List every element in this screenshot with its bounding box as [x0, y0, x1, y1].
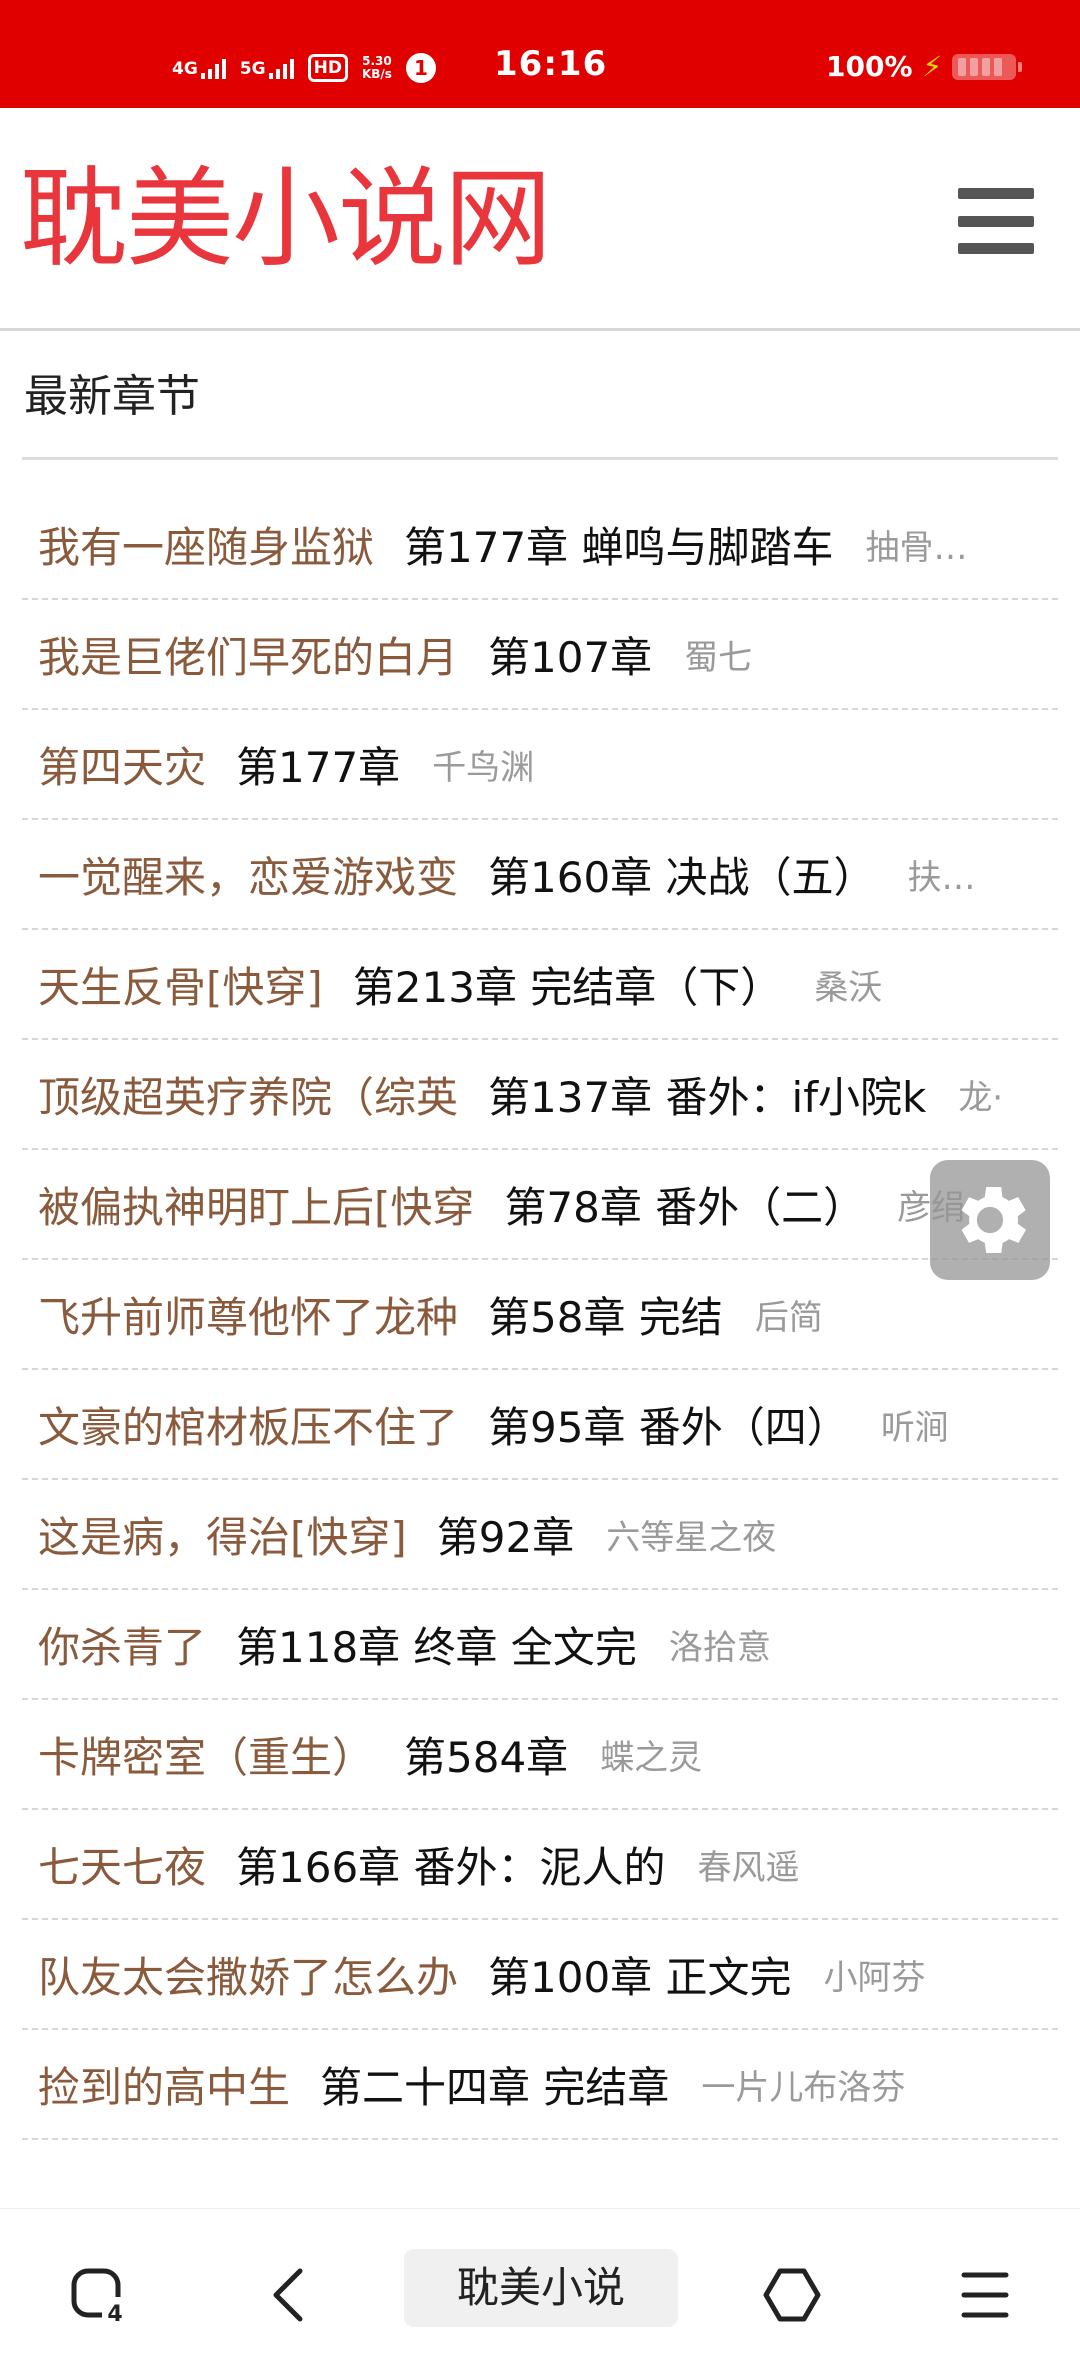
chapter-link[interactable]: 第78章 番外（二）	[504, 1174, 865, 1235]
gear-icon	[961, 1187, 1026, 1253]
list-item: 天生反骨[快穿] 第213章 完结章（下） 桑沃	[22, 930, 1058, 1040]
book-title-link[interactable]: 飞升前师尊他怀了龙种	[38, 1284, 458, 1345]
chapter-link[interactable]: 第177章	[236, 734, 400, 795]
list-item: 顶级超英疗养院（综英 第137章 番外：if小院k 龙·	[22, 1040, 1058, 1150]
list-item: 我是巨佬们早死的白月 第107章 蜀七	[22, 600, 1058, 710]
tabs-icon[interactable]: 4	[68, 2265, 128, 2329]
book-title-link[interactable]: 第四天灾	[38, 734, 206, 795]
hamburger-menu-icon[interactable]	[958, 188, 1034, 254]
list-item: 卡牌密室（重生） 第584章 蝶之灵	[22, 1700, 1058, 1810]
chapter-link[interactable]: 第166章 番外：泥人的	[236, 1834, 666, 1895]
book-title-link[interactable]: 捡到的高中生	[38, 2054, 290, 2115]
author-name: 六等星之夜	[606, 1517, 777, 1558]
author-name: 听涧	[880, 1407, 949, 1448]
author-name: 后简	[754, 1297, 823, 1338]
list-item: 文豪的棺材板压不住了 第95章 番外（四） 听涧	[22, 1370, 1058, 1480]
author-name: 抽骨…	[865, 527, 968, 568]
chapter-link[interactable]: 第177章 蝉鸣与脚踏车	[404, 514, 834, 575]
home-icon[interactable]	[762, 2265, 822, 2329]
battery-percent: 100%	[826, 50, 913, 83]
author-name: 桑沃	[814, 967, 883, 1008]
author-name: 扶…	[907, 857, 976, 898]
book-title-link[interactable]: 这是病，得治[快穿]	[38, 1504, 407, 1565]
list-item: 我有一座随身监狱 第177章 蝉鸣与脚踏车 抽骨…	[22, 490, 1058, 600]
hd-badge: HD	[307, 54, 348, 82]
clock: 16:16	[494, 44, 608, 84]
book-title-link[interactable]: 卡牌密室（重生）	[38, 1724, 374, 1785]
chapter-link[interactable]: 第二十四章 完结章	[320, 2054, 669, 2115]
browser-bottom-bar: 4 耽美小说	[0, 2208, 1080, 2377]
list-item: 第四天灾 第177章 千鸟渊	[22, 710, 1058, 820]
network-speed: 5.30 KB/s	[362, 55, 392, 81]
network-label-1: 4G	[172, 59, 198, 79]
chapter-link[interactable]: 第95章 番外（四）	[488, 1394, 849, 1455]
chapter-link[interactable]: 第100章 正文完	[488, 1944, 792, 2005]
chapter-link[interactable]: 第58章 完结	[488, 1284, 723, 1345]
list-item: 被偏执神明盯上后[快穿 第78章 番外（二） 彦绢	[22, 1150, 1058, 1260]
list-item: 捡到的高中生 第二十四章 完结章 一片儿布洛芬	[22, 2030, 1058, 2140]
list-item: 你杀青了 第118章 终章 全文完 洛拾意	[22, 1590, 1058, 1700]
book-title-link[interactable]: 七天七夜	[38, 1834, 206, 1895]
chapter-link[interactable]: 第92章	[437, 1504, 574, 1565]
chapter-link[interactable]: 第137章 番外：if小院k	[488, 1064, 926, 1125]
network-label-2: 5G	[239, 59, 266, 79]
status-right: 100% ⚡	[826, 50, 1023, 83]
signal-4g: 4G	[172, 57, 226, 79]
menu-icon[interactable]	[960, 2265, 1010, 2329]
list-item: 这是病，得治[快穿] 第92章 六等星之夜	[22, 1480, 1058, 1590]
author-name: 春风遥	[697, 1847, 800, 1888]
author-name: 千鸟渊	[432, 747, 535, 788]
signal-bars-icon	[200, 57, 226, 79]
site-logo[interactable]: 耽美小说网	[20, 160, 552, 280]
speed-unit: KB/s	[361, 67, 392, 81]
section-divider	[22, 457, 1058, 460]
author-name: 蝶之灵	[600, 1737, 703, 1778]
status-bar: 4G 5G HD 5.30 KB/s 1 16:16 100% ⚡	[0, 0, 1080, 108]
author-name: 一片儿布洛芬	[701, 2067, 906, 2108]
tab-count: 4	[107, 2302, 122, 2325]
latest-chapters-list: 我有一座随身监狱 第177章 蝉鸣与脚踏车 抽骨… 我是巨佬们早死的白月 第10…	[22, 490, 1058, 2140]
author-name: 小阿芬	[823, 1957, 926, 1998]
address-bar[interactable]: 耽美小说	[404, 2249, 678, 2327]
list-item: 七天七夜 第166章 番外：泥人的 春风遥	[22, 1810, 1058, 1920]
signal-bars-icon	[268, 57, 294, 79]
chapter-link[interactable]: 第160章 决战（五）	[488, 844, 876, 905]
list-item: 一觉醒来，恋爱游戏变 第160章 决战（五） 扶…	[22, 820, 1058, 930]
book-title-link[interactable]: 一觉醒来，恋爱游戏变	[38, 844, 458, 905]
chapter-link[interactable]: 第213章 完结章（下）	[353, 954, 783, 1015]
author-name: 龙·	[958, 1077, 1004, 1118]
list-item: 队友太会撒娇了怎么办 第100章 正文完 小阿芬	[22, 1920, 1058, 2030]
book-title-link[interactable]: 顶级超英疗养院（综英	[38, 1064, 458, 1125]
back-icon[interactable]	[264, 2265, 314, 2329]
chapter-link[interactable]: 第107章	[488, 624, 652, 685]
book-title-link[interactable]: 被偏执神明盯上后[快穿	[38, 1174, 474, 1235]
book-title-link[interactable]: 我有一座随身监狱	[38, 514, 374, 575]
chapter-link[interactable]: 第118章 终章 全文完	[236, 1614, 637, 1675]
section-title: 最新章节	[24, 371, 200, 422]
notification-badge: 1	[405, 53, 436, 83]
book-title-link[interactable]: 队友太会撒娇了怎么办	[38, 1944, 458, 2005]
book-title-link[interactable]: 我是巨佬们早死的白月	[38, 624, 458, 685]
book-title-link[interactable]: 天生反骨[快穿]	[38, 954, 323, 1015]
battery-icon	[952, 53, 1023, 80]
author-name: 蜀七	[684, 637, 753, 678]
book-title-link[interactable]: 文豪的棺材板压不住了	[38, 1394, 458, 1455]
author-name: 洛拾意	[668, 1627, 771, 1668]
signal-5g: 5G	[240, 57, 294, 79]
book-title-link[interactable]: 你杀青了	[38, 1614, 206, 1675]
charging-icon: ⚡	[922, 50, 943, 83]
status-left: 4G 5G HD 5.30 KB/s 1	[172, 48, 436, 88]
floating-settings-button[interactable]	[930, 1160, 1050, 1280]
site-header: 耽美小说网	[0, 108, 1080, 331]
chapter-link[interactable]: 第584章	[404, 1724, 568, 1785]
list-item: 飞升前师尊他怀了龙种 第58章 完结 后简	[22, 1260, 1058, 1370]
